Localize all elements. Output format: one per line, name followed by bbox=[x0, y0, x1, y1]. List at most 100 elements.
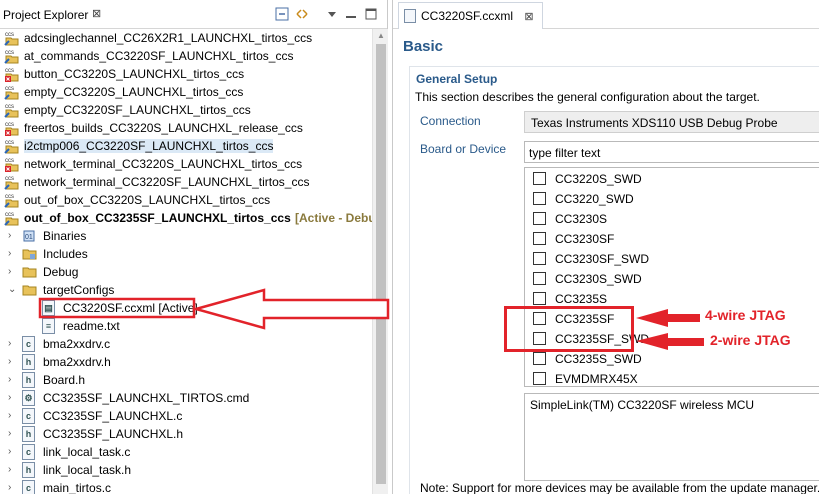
device-checkbox[interactable] bbox=[533, 192, 546, 205]
page-title: Basic bbox=[403, 38, 444, 55]
device-checkbox[interactable] bbox=[533, 372, 546, 385]
expand-arrow-icon[interactable]: › bbox=[8, 392, 11, 403]
tree-child-item[interactable]: ≡ readme.txt bbox=[0, 317, 372, 335]
tree-child-item[interactable]: › h bma2xxdrv.h bbox=[0, 353, 372, 371]
tree-child-item[interactable]: › ⚙ CC3235SF_LAUNCHXL_TIRTOS.cmd bbox=[0, 389, 372, 407]
c-file-icon: c bbox=[22, 336, 35, 352]
tree-child-item[interactable]: › c link_local_task.c bbox=[0, 443, 372, 461]
update-manager-note: Note: Support for more devices may be av… bbox=[420, 481, 819, 494]
explorer-scrollbar[interactable]: ▲ bbox=[372, 29, 388, 494]
tree-child-label: targetConfigs bbox=[43, 283, 115, 297]
explorer-scrollbar-thumb[interactable] bbox=[376, 44, 386, 484]
project-item-label: empty_CC3220SF_LAUNCHXL_tirtos_ccs bbox=[24, 103, 251, 117]
expand-arrow-icon[interactable]: › bbox=[8, 482, 11, 493]
tree-child-item[interactable]: › Includes bbox=[0, 245, 372, 263]
device-checkbox[interactable] bbox=[533, 272, 546, 285]
c-file-icon: c bbox=[22, 480, 35, 494]
tree-child-item[interactable]: › h CC3235SF_LAUNCHXL.h bbox=[0, 425, 372, 443]
includes-icon bbox=[22, 249, 37, 260]
ccxml-file-icon: ▤ bbox=[42, 300, 55, 316]
svg-text:ccs: ccs bbox=[5, 140, 14, 146]
scroll-up-icon[interactable]: ▲ bbox=[377, 31, 385, 40]
expand-arrow-icon[interactable]: › bbox=[8, 446, 11, 457]
tree-child-label: Includes bbox=[43, 247, 88, 261]
close-icon[interactable]: ⊠ bbox=[92, 7, 101, 20]
maximize-icon[interactable] bbox=[364, 7, 378, 21]
expand-arrow-icon[interactable]: › bbox=[8, 356, 11, 367]
tree-child-item[interactable]: › Debug bbox=[0, 263, 372, 281]
device-filter-input[interactable]: type filter text bbox=[524, 141, 819, 163]
project-item[interactable]: ccs network_terminal_CC3220S_LAUNCHXL_tir… bbox=[0, 155, 372, 173]
project-item[interactable]: ccs freertos_builds_CC3220S_LAUNCHXL_rele… bbox=[0, 119, 372, 137]
collapse-all-icon[interactable] bbox=[275, 7, 289, 21]
project-tree: ccs adcsinglechannel_CC26X2R1_LAUNCHXL_ti… bbox=[0, 29, 372, 494]
cmd-file-icon: ⚙ bbox=[22, 390, 35, 406]
tree-child-item[interactable]: › c CC3235SF_LAUNCHXL.c bbox=[0, 407, 372, 425]
tree-child-item[interactable]: › c bma2xxdrv.c bbox=[0, 335, 372, 353]
section-description: This section describes the general confi… bbox=[415, 90, 760, 104]
project-item[interactable]: ccs empty_CC3220S_LAUNCHXL_tirtos_ccs bbox=[0, 83, 372, 101]
c-file-icon: c bbox=[22, 444, 35, 460]
tree-child-item[interactable]: › h Board.h bbox=[0, 371, 372, 389]
folder-icon bbox=[22, 267, 37, 278]
project-item-label: out_of_box_CC3220S_LAUNCHXL_tirtos_ccs bbox=[24, 193, 271, 207]
close-icon[interactable]: ⊠ bbox=[524, 11, 533, 23]
h-file-icon: h bbox=[22, 462, 35, 478]
device-checkbox[interactable] bbox=[533, 292, 546, 305]
tree-child-item[interactable]: › h link_local_task.h bbox=[0, 461, 372, 479]
c-file-icon: c bbox=[22, 408, 35, 424]
project-item[interactable]: ccs at_commands_CC3220SF_LAUNCHXL_tirtos_… bbox=[0, 47, 372, 65]
expand-arrow-icon[interactable]: › bbox=[8, 230, 11, 241]
project-item-label: network_terminal_CC3220SF_LAUNCHXL_tirto… bbox=[24, 175, 310, 189]
tree-child-item[interactable]: › 01 Binaries bbox=[0, 227, 372, 245]
device-checkbox[interactable] bbox=[533, 252, 546, 265]
tree-child-label: bma2xxdrv.h bbox=[43, 355, 111, 369]
device-checkbox[interactable] bbox=[533, 212, 546, 225]
expand-arrow-icon[interactable]: › bbox=[8, 266, 11, 277]
device-label: CC3220_SWD bbox=[555, 192, 634, 206]
ccs-project-icon: ccs bbox=[4, 32, 19, 46]
svg-text:ccs: ccs bbox=[5, 86, 14, 92]
ccs-project-error-icon: ccs bbox=[5, 122, 19, 136]
expand-arrow-icon[interactable]: › bbox=[8, 338, 11, 349]
link-with-editor-icon[interactable] bbox=[295, 7, 309, 21]
view-menu-icon[interactable] bbox=[325, 7, 339, 21]
expand-arrow-icon[interactable]: › bbox=[8, 248, 11, 259]
minimize-icon[interactable] bbox=[344, 7, 358, 21]
project-item-label: empty_CC3220S_LAUNCHXL_tirtos_ccs bbox=[24, 85, 244, 99]
section-title: General Setup bbox=[416, 72, 498, 86]
project-item[interactable]: ccs empty_CC3220SF_LAUNCHXL_tirtos_ccs bbox=[0, 101, 372, 119]
project-item[interactable]: ccs out_of_box_CC3220S_LAUNCHXL_tirtos_cc… bbox=[0, 191, 372, 209]
collapse-arrow-icon[interactable]: ⌄ bbox=[8, 284, 16, 295]
device-checkbox[interactable] bbox=[533, 172, 546, 185]
tree-child-label: bma2xxdrv.c bbox=[43, 337, 111, 351]
device-list[interactable]: CC3220S_SWD CC3220_SWD CC3230S CC3230SF CC32… bbox=[524, 167, 819, 387]
expand-arrow-icon[interactable]: › bbox=[8, 464, 11, 475]
ccs-project-icon: ccs bbox=[4, 212, 19, 226]
tree-child-label: CC3235SF_LAUNCHXL.c bbox=[43, 409, 183, 423]
tree-child-item[interactable]: ⌄ targetConfigs bbox=[0, 281, 372, 299]
project-item[interactable]: ccs button_CC3220S_LAUNCHXL_tirtos_ccs bbox=[0, 65, 372, 83]
ccxml-file-icon bbox=[404, 9, 416, 23]
project-item[interactable]: ccs adcsinglechannel_CC26X2R1_LAUNCHXL_ti… bbox=[0, 29, 372, 47]
project-item[interactable]: ⌄ccsout_of_box_CC3235SF_LAUNCHXL_tirtos_… bbox=[0, 209, 372, 227]
project-item-label: out_of_box_CC3235SF_LAUNCHXL_tirtos_ccs bbox=[24, 211, 291, 225]
project-item[interactable]: ccs network_terminal_CC3220SF_LAUNCHXL_ti… bbox=[0, 173, 372, 191]
expand-arrow-icon[interactable]: › bbox=[8, 428, 11, 439]
project-explorer-tab-title[interactable]: Project Explorer bbox=[3, 8, 88, 22]
device-checkbox[interactable] bbox=[533, 352, 546, 365]
expand-arrow-icon[interactable]: › bbox=[8, 374, 11, 385]
h-file-icon: h bbox=[22, 426, 35, 442]
h-file-icon: h bbox=[22, 372, 35, 388]
expand-arrow-icon[interactable]: › bbox=[8, 410, 11, 421]
project-item[interactable]: ccs i2ctmp006_CC3220SF_LAUNCHXL_tirtos_cc… bbox=[0, 137, 372, 155]
project-item-label: i2ctmp006_CC3220SF_LAUNCHXL_tirtos_ccs bbox=[24, 139, 274, 153]
ccs-project-icon: ccs bbox=[4, 50, 19, 64]
tree-child-item[interactable]: › c main_tirtos.c bbox=[0, 479, 372, 494]
device-label: CC3230SF_SWD bbox=[555, 252, 650, 266]
tree-child-item[interactable]: ▤ CC3220SF.ccxml [Active] bbox=[0, 299, 372, 317]
device-checkbox[interactable] bbox=[533, 232, 546, 245]
connection-dropdown[interactable]: Texas Instruments XDS110 USB Debug Probe bbox=[524, 111, 819, 133]
general-setup-section: General Setup This section describes the… bbox=[409, 66, 819, 494]
tab-ccxml-editor[interactable]: CC3220SF.ccxml ⊠ bbox=[398, 2, 543, 29]
